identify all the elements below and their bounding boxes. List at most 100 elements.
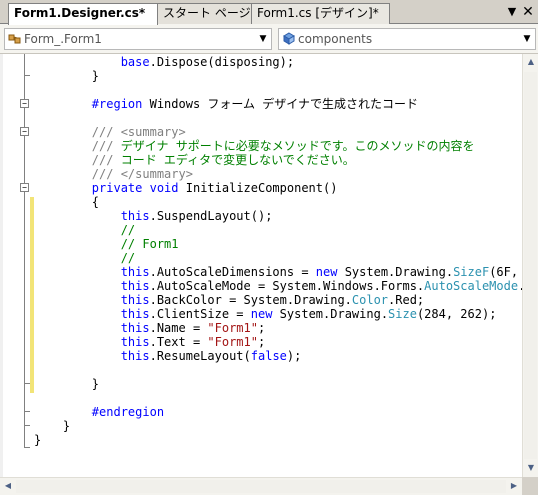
code-line: } (34, 377, 99, 391)
scroll-down-icon[interactable]: ▼ (523, 460, 538, 476)
code-token: Windows フォーム デザイナで生成されたコード (142, 97, 419, 111)
code-token: this (120, 335, 150, 349)
code-line: private void InitializeComponent() (34, 181, 338, 195)
field-icon (283, 32, 295, 45)
class-combo[interactable]: Form_.Form1 ▼ (4, 28, 272, 50)
code-token: </summary> (120, 167, 193, 181)
code-token: .AutoScaleDimensions = (149, 265, 316, 279)
code-token: this (120, 209, 150, 223)
code-token: "Form1" (207, 335, 258, 349)
code-line: this.BackColor = System.Drawing.Color.Re… (34, 293, 424, 307)
code-token: private (91, 181, 143, 195)
code-token: System.Drawing. (272, 307, 389, 321)
vertical-scrollbar[interactable]: ▲ ▼ (522, 54, 538, 477)
code-line: /// デザイナ サポートに必要なメソッドです。このメソッドの内容を (34, 139, 475, 153)
code-token: .BackColor = System.Drawing. (149, 293, 352, 307)
outline-end-marker (25, 425, 30, 426)
vertical-scroll-thumb[interactable] (524, 72, 537, 459)
code-token: .Red; (388, 293, 425, 307)
code-line: } (34, 433, 41, 447)
code-token: .SuspendLayout(); (149, 209, 273, 223)
code-token: .ClientSize = (149, 307, 251, 321)
code-token: (6F, 12 (489, 265, 519, 279)
code-line: this.Text = "Form1"; (34, 335, 266, 349)
horizontal-scroll-thumb[interactable] (16, 480, 506, 493)
code-token: } (91, 377, 100, 391)
code-token: System.Drawing. (337, 265, 454, 279)
code-line: } (34, 69, 99, 83)
code-line: // (34, 251, 135, 265)
code-line: // Form1 (34, 237, 179, 251)
code-token: #endregion (91, 405, 165, 419)
scroll-left-icon[interactable]: ◀ (0, 478, 16, 494)
horizontal-scrollbar[interactable]: ◀ ▶ (0, 477, 522, 495)
code-line: #endregion (34, 405, 164, 419)
code-token: .Text = (149, 335, 208, 349)
code-token: .ResumeLayout( (149, 349, 251, 363)
tab-start-page[interactable]: スタート ページ (157, 3, 252, 24)
document-tab-strip: Form1.cs [デザイン]* スタート ページ Form1.Designer… (0, 0, 538, 25)
code-token: new (315, 265, 338, 279)
code-token: .Name = (149, 321, 208, 335)
member-combo-value: components (298, 32, 373, 46)
code-token: void (149, 181, 179, 195)
code-token: .AutoScaleMode = System.Windows.Forms. (149, 279, 425, 293)
code-line: this.Name = "Form1"; (34, 321, 266, 335)
class-icon (8, 34, 21, 44)
code-line: #region Windows フォーム デザイナで生成されたコード (34, 97, 418, 111)
code-token: this (120, 349, 150, 363)
tab-form1-design[interactable]: Form1.cs [デザイン]* (251, 3, 390, 24)
code-line: } (34, 419, 70, 433)
collapse-comment-icon[interactable]: − (20, 127, 29, 136)
collapse-region-icon[interactable]: − (20, 99, 29, 108)
chevron-down-icon[interactable]: ▼ (257, 29, 269, 49)
code-token: InitializeComponent() (178, 181, 338, 195)
code-token: // (120, 223, 136, 237)
code-editor[interactable]: − − − base.Dispose(disposing); } #region… (0, 54, 522, 477)
code-token: ; (257, 335, 266, 349)
code-token: Size (388, 307, 417, 321)
close-document-icon[interactable]: ✕ (521, 5, 535, 19)
code-line: this.AutoScaleDimensions = new System.Dr… (34, 265, 522, 279)
outline-guide (24, 54, 25, 448)
code-token: /// (91, 125, 121, 139)
tab-list-dropdown-icon[interactable]: ▼ (505, 5, 519, 19)
collapse-method-icon[interactable]: − (20, 183, 29, 192)
code-token: } (34, 433, 42, 447)
code-token: } (62, 419, 71, 433)
member-combo[interactable]: components ▼ (278, 28, 536, 50)
code-line: /// <summary> (34, 125, 186, 139)
scroll-up-icon[interactable]: ▲ (523, 54, 538, 70)
chevron-down-icon[interactable]: ▼ (521, 29, 533, 49)
tab-form1-designer-cs[interactable]: Form1.Designer.cs* (8, 3, 158, 25)
code-token: ; (257, 321, 266, 335)
code-line: base.Dispose(disposing); (34, 55, 294, 69)
code-token: /// (91, 153, 114, 167)
code-token: AutoScaleMode (424, 279, 519, 293)
scroll-right-icon[interactable]: ▶ (506, 478, 522, 494)
code-token: .Dispose(disposing); (149, 55, 295, 69)
code-token: /// (91, 167, 121, 181)
indicator-margin (0, 54, 3, 477)
code-token: SizeF (453, 265, 490, 279)
class-combo-value: Form_.Form1 (24, 32, 102, 46)
code-token: ); (286, 349, 302, 363)
